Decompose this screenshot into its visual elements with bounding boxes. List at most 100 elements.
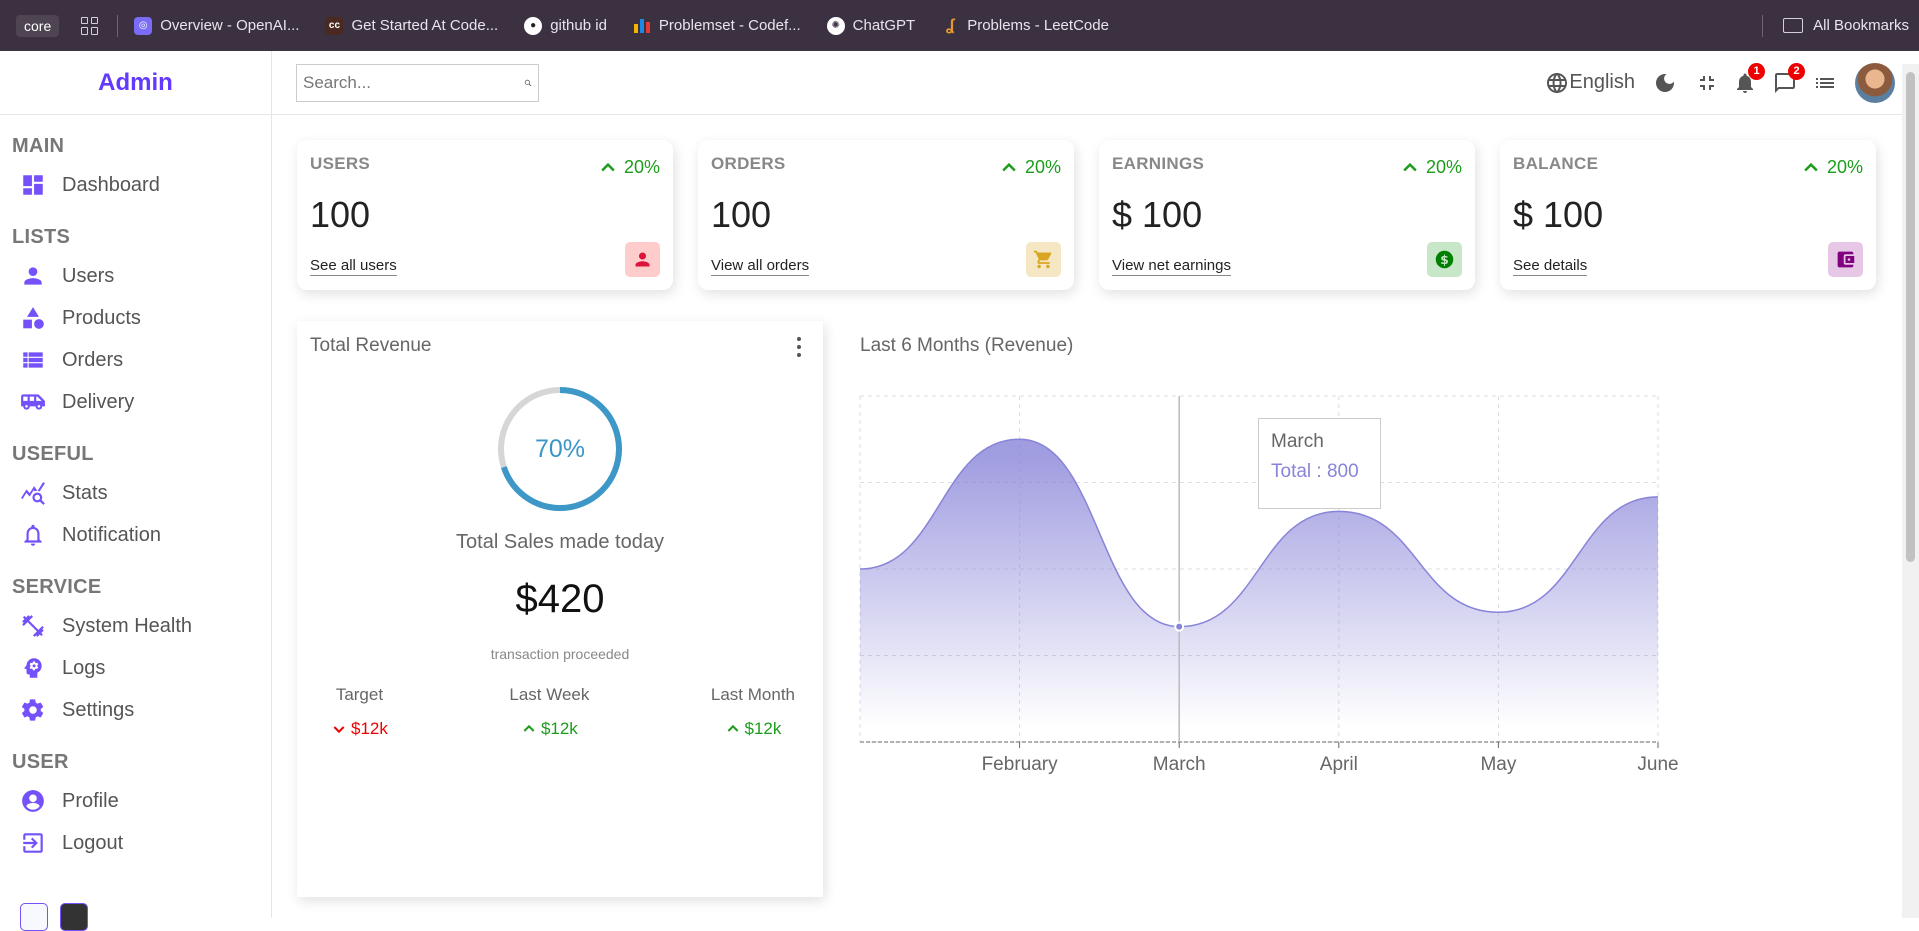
- featured-summary: Target $12k Last Week $12k Last Month $1…: [331, 685, 795, 739]
- bookmarks-bar: core ◎ Overview - OpenAI... cc Get Started…: [0, 0, 1919, 51]
- widget-percentage: 20%: [598, 157, 660, 178]
- psychology-icon: [20, 655, 46, 681]
- language-label: English: [1569, 71, 1635, 93]
- chevron-up-icon: [523, 724, 535, 732]
- folder-icon: [1783, 18, 1804, 33]
- sidebar-item-notification[interactable]: Notification: [0, 514, 271, 556]
- widget-link[interactable]: View net earnings: [1112, 257, 1231, 276]
- dark-mode-toggle[interactable]: [1653, 71, 1677, 95]
- tooltip-label: March: [1271, 431, 1324, 452]
- bookmarks-separator: [1762, 14, 1764, 37]
- widget-counter: 100: [711, 194, 772, 235]
- scrollbar-thumb[interactable]: [1906, 72, 1915, 562]
- codeforces-icon: [633, 17, 651, 35]
- x-tick-label: June: [1637, 754, 1678, 775]
- widget-percentage: 20%: [1801, 157, 1863, 178]
- sidebar-item-users[interactable]: Users: [0, 255, 271, 297]
- moon-icon: [1656, 73, 1674, 92]
- sidebar-item-profile[interactable]: Profile: [0, 780, 271, 822]
- widget-link[interactable]: See all users: [310, 257, 397, 276]
- menu-list-button[interactable]: [1813, 71, 1837, 95]
- chevron-down-icon: [333, 726, 345, 734]
- section-title-service: SERVICE: [12, 576, 102, 598]
- active-dot: [1174, 621, 1185, 632]
- sidebar-item-delivery[interactable]: Delivery: [0, 381, 271, 423]
- sidebar-item-dashboard[interactable]: Dashboard: [0, 164, 271, 206]
- dollar-icon: $: [1435, 250, 1454, 269]
- x-tick-label: February: [982, 754, 1059, 775]
- dashboard-icon: [20, 172, 46, 198]
- widget-users: USERS 20% 100 See all users: [297, 140, 673, 290]
- bookmark-openai[interactable]: ◎ Overview - OpenAI...: [134, 16, 299, 35]
- bookmark-github[interactable]: ● github id: [524, 16, 607, 35]
- widget-balance: BALANCE 20% $ 100 See details: [1500, 140, 1876, 290]
- logo[interactable]: Admin: [0, 51, 271, 115]
- bookmark-codeforces[interactable]: Problemset - Codef...: [633, 17, 801, 35]
- featured-amount: $420: [515, 577, 605, 621]
- openai-icon: ◎: [134, 16, 153, 35]
- section-title-useful: USEFUL: [12, 443, 94, 465]
- featured-title: Total Revenue: [310, 335, 432, 356]
- codechef-icon: cc: [325, 16, 344, 35]
- section-title-user: USER: [12, 751, 69, 773]
- bookmark-leetcode[interactable]: ʆ Problems - LeetCode: [941, 17, 1109, 35]
- sidebar-item-products[interactable]: Products: [0, 297, 271, 339]
- sidebar-item-logs[interactable]: Logs: [0, 647, 271, 689]
- chevron-up-icon: [1804, 162, 1818, 171]
- fullscreen-exit-button[interactable]: [1695, 71, 1719, 95]
- sidebar: Admin MAIN Dashboard LISTS Users Product…: [0, 51, 272, 931]
- page-scrollbar[interactable]: [1902, 64, 1919, 918]
- sidebar-item-orders[interactable]: Orders: [0, 339, 271, 381]
- featured-desc: transaction proceeded: [490, 646, 630, 662]
- summary-target: Target $12k: [331, 685, 388, 739]
- widget-percentage: 20%: [1400, 157, 1462, 178]
- light-theme-swatch[interactable]: [20, 903, 48, 931]
- widget-link[interactable]: See details: [1513, 257, 1588, 276]
- sidebar-item-settings[interactable]: Settings: [0, 689, 271, 731]
- widget-link[interactable]: View all orders: [711, 257, 810, 276]
- all-bookmarks[interactable]: All Bookmarks: [1783, 17, 1909, 34]
- bookmark-core[interactable]: core: [16, 14, 60, 37]
- wallet-icon: [1837, 251, 1855, 268]
- language-selector[interactable]: English: [1545, 71, 1635, 95]
- fullscreen-exit-icon: [1700, 75, 1714, 90]
- account-circle-icon: [20, 788, 46, 814]
- x-tick-label: April: [1320, 754, 1358, 775]
- section-title-lists: LISTS: [12, 226, 71, 248]
- gear-icon: [20, 697, 46, 723]
- logout-icon: [20, 830, 46, 856]
- search-input[interactable]: [303, 72, 524, 93]
- section-title-main: MAIN: [12, 135, 65, 157]
- apps-icon[interactable]: [81, 16, 99, 35]
- sidebar-item-system-health[interactable]: System Health: [0, 605, 271, 647]
- area-chart: February March April May June: [859, 395, 1679, 775]
- person-icon: [635, 252, 650, 267]
- sidebar-item-logout[interactable]: Logout: [0, 822, 271, 864]
- search-icon[interactable]: [524, 71, 532, 95]
- summary-last-week: Last Week $12k: [509, 685, 590, 738]
- notifications-button[interactable]: 1: [1733, 62, 1765, 95]
- widget-icon-box: [625, 242, 660, 277]
- theme-switcher: [20, 903, 88, 931]
- more-vert-icon[interactable]: [797, 337, 803, 357]
- x-tick-label: March: [1153, 754, 1206, 775]
- messages-button[interactable]: 2: [1773, 62, 1805, 95]
- bookmarks-separator: [117, 14, 119, 37]
- sidebar-item-stats[interactable]: Stats: [0, 472, 271, 514]
- globe-icon: [1547, 72, 1568, 93]
- search-box: [296, 63, 539, 102]
- featured-today-label: Total Sales made today: [456, 531, 664, 553]
- widget-icon-box: [1828, 242, 1863, 277]
- chart-tooltip: March Total : 800: [1258, 418, 1381, 509]
- featured-revenue-card: Total Revenue 70% Total Sales made today…: [297, 321, 823, 897]
- topbar-actions: English 1 2: [1529, 62, 1895, 103]
- progress-label: 70%: [534, 434, 586, 463]
- list-icon: [1816, 77, 1834, 88]
- avatar[interactable]: [1855, 62, 1895, 103]
- bookmark-chatgpt[interactable]: ✺ ChatGPT: [826, 16, 915, 35]
- dark-theme-swatch[interactable]: [60, 903, 88, 931]
- widget-counter: 100: [310, 194, 371, 235]
- widget-icon-box: [1026, 242, 1061, 277]
- person-icon: [20, 263, 46, 289]
- bookmark-codechef[interactable]: cc Get Started At Code...: [325, 16, 498, 35]
